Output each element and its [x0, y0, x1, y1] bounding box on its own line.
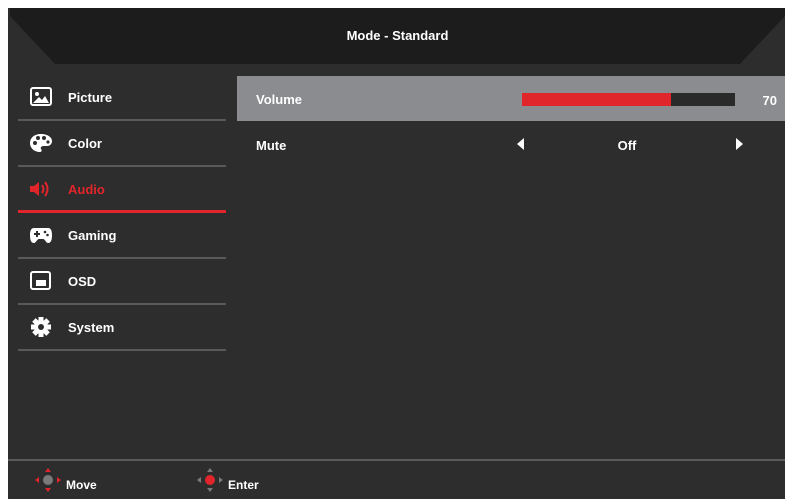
gear-icon	[29, 317, 53, 337]
gamepad-icon	[29, 225, 53, 245]
header-bar: Mode - Standard	[10, 8, 785, 64]
mute-right-arrow-icon[interactable]	[736, 138, 743, 150]
sidebar-item-gaming[interactable]: Gaming	[18, 215, 226, 259]
page-title: Mode - Standard	[346, 28, 449, 43]
mute-label: Mute	[256, 138, 287, 153]
picture-icon	[29, 87, 53, 107]
move-hint-label: Move	[66, 478, 97, 492]
sidebar-item-picture[interactable]: Picture	[18, 77, 226, 121]
palette-icon	[29, 133, 53, 153]
volume-slider[interactable]	[522, 93, 735, 106]
volume-value: 70	[762, 93, 777, 108]
osd-window-icon	[29, 271, 53, 291]
enter-hint-label: Enter	[228, 478, 259, 492]
sidebar-item-label: Audio	[68, 182, 105, 197]
volume-slider-fill	[522, 93, 672, 106]
sidebar-item-system[interactable]: System	[18, 307, 226, 351]
volume-label: Volume	[256, 92, 302, 107]
sidebar-item-label: Gaming	[68, 228, 117, 243]
mute-value: Off	[617, 138, 637, 153]
sidebar-item-label: System	[68, 320, 115, 335]
sidebar-item-color[interactable]: Color	[18, 123, 226, 167]
sidebar-item-label: Color	[68, 136, 102, 151]
joystick-enter-icon	[197, 468, 223, 492]
mute-row[interactable]: Mute Off	[237, 122, 785, 167]
mute-left-arrow-icon[interactable]	[517, 138, 524, 150]
sidebar-item-osd[interactable]: OSD	[18, 261, 226, 305]
footer-divider	[8, 459, 785, 461]
sidebar-item-label: OSD	[68, 274, 97, 289]
joystick-move-icon	[35, 468, 61, 492]
speaker-icon	[29, 179, 53, 199]
volume-row[interactable]: Volume 70	[237, 76, 785, 121]
sidebar-item-audio[interactable]: Audio	[18, 169, 226, 213]
sidebar-item-label: Picture	[68, 90, 113, 105]
